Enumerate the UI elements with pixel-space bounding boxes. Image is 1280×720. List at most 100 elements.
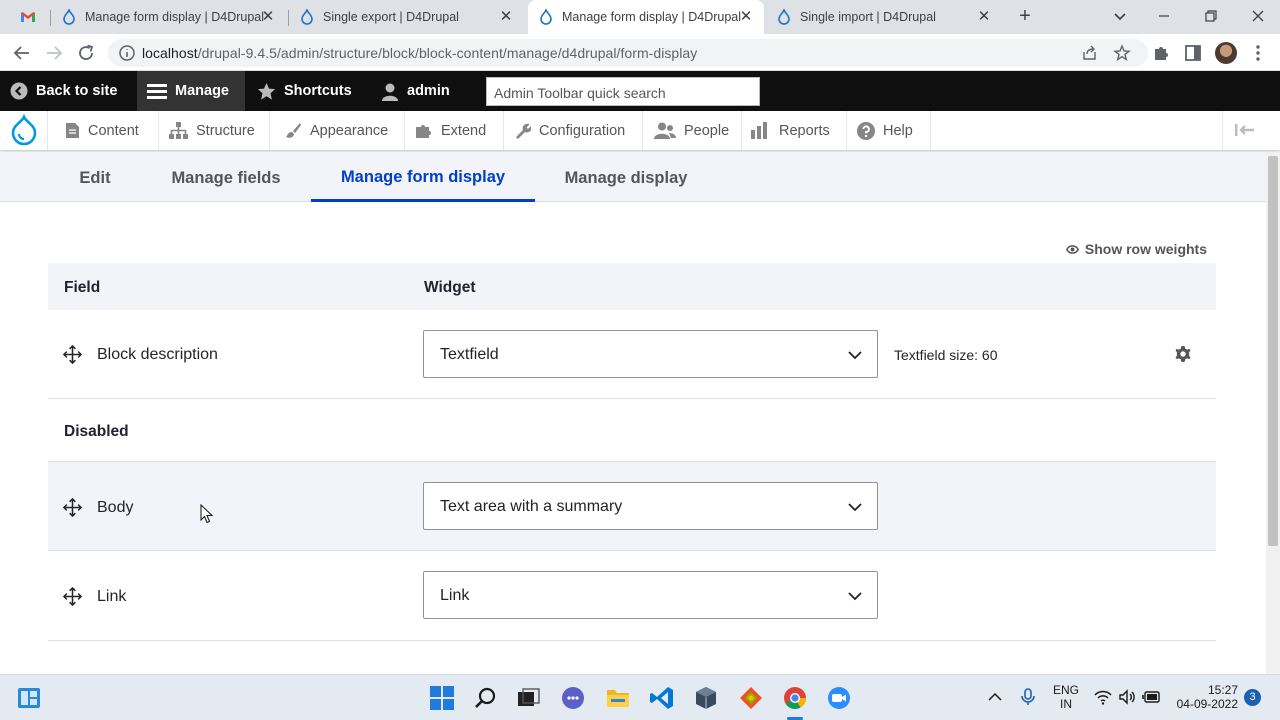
file-explorer-icon[interactable]: [605, 685, 631, 711]
back-circle-icon: [10, 82, 28, 100]
url-bar[interactable]: localhost/drupal-9.4.5/admin/structure/b…: [108, 39, 1148, 67]
new-tab-button[interactable]: +: [1014, 6, 1036, 28]
chevron-down-icon: [848, 351, 862, 360]
tab-single-import[interactable]: Single import | D4Drupal ✕: [766, 0, 1002, 34]
manage-tab[interactable]: Manage: [137, 71, 245, 111]
forward-arrow-icon[interactable]: [43, 42, 65, 64]
clock-time: 15:27: [1207, 683, 1238, 697]
widget-select[interactable]: Textfield: [423, 330, 878, 378]
table-row: Body Text area with a summary: [48, 462, 1216, 551]
menu-configuration[interactable]: Configuration: [504, 111, 643, 150]
tab-single-export[interactable]: Single export | D4Drupal ✕: [290, 0, 524, 34]
tab-close-icon[interactable]: ✕: [976, 9, 992, 25]
puzzle-icon: [416, 125, 431, 138]
extensions-puzzle-icon[interactable]: [1151, 43, 1171, 63]
virtualbox-icon[interactable]: [693, 685, 719, 711]
scrollbar-thumb[interactable]: [1268, 156, 1278, 546]
page-scrollbar[interactable]: [1266, 152, 1280, 674]
menu-people[interactable]: People: [643, 111, 742, 150]
tab-gmail[interactable]: [10, 0, 48, 34]
widget-select-value: Text area with a summary: [440, 498, 623, 515]
header-field: Field: [64, 279, 101, 296]
field-name: Block description: [97, 346, 218, 363]
battery-icon[interactable]: [1142, 688, 1162, 706]
menu-structure[interactable]: Structure: [159, 111, 270, 150]
drag-handle-icon[interactable]: [63, 498, 82, 517]
tab-manage-fields[interactable]: Manage fields: [160, 152, 292, 202]
tab-close-icon[interactable]: ✕: [260, 9, 276, 25]
chat-icon[interactable]: [560, 685, 586, 711]
menu-help-label: Help: [883, 122, 913, 139]
microphone-icon[interactable]: [1018, 687, 1038, 707]
back-to-site-link[interactable]: Back to site: [10, 71, 117, 111]
search-icon[interactable]: [473, 685, 499, 711]
app-icon[interactable]: [738, 685, 764, 711]
menu-help[interactable]: Help: [847, 111, 931, 150]
profile-avatar[interactable]: [1215, 42, 1237, 64]
menu-reports[interactable]: Reports: [742, 111, 847, 150]
drupal-logo-icon[interactable]: [0, 111, 48, 150]
language-indicator[interactable]: ENG IN: [1050, 683, 1082, 711]
show-row-weights-button[interactable]: Show row weights: [1065, 241, 1207, 257]
menu-configuration-label: Configuration: [539, 122, 626, 139]
drupal-icon: [63, 9, 75, 25]
task-view-icon[interactable]: [515, 685, 541, 711]
vscode-icon[interactable]: [649, 685, 675, 711]
zoom-icon[interactable]: [826, 685, 852, 711]
tab-manage-form-display-1[interactable]: Manage form display | D4Drupal ✕: [52, 0, 286, 34]
user-icon: [382, 83, 398, 101]
menu-appearance[interactable]: Appearance: [270, 111, 405, 150]
menu-content[interactable]: Content: [48, 111, 159, 150]
drag-handle-icon[interactable]: [63, 587, 82, 606]
tab-separator: [288, 10, 289, 26]
tray-orientation-toggle[interactable]: [1222, 111, 1280, 150]
widget-select[interactable]: Text area with a summary: [423, 482, 878, 530]
widget-select[interactable]: Link: [423, 571, 878, 619]
share-icon[interactable]: [1081, 44, 1099, 62]
drag-handle-icon[interactable]: [63, 345, 82, 364]
close-window-icon[interactable]: [1246, 4, 1270, 28]
volume-icon[interactable]: [1118, 688, 1136, 706]
widget-select-value: Link: [440, 587, 470, 604]
menu-content-label: Content: [88, 122, 139, 139]
field-name: Body: [97, 499, 134, 516]
tab-manage-form-display-active[interactable]: Manage form display | D4Drupal ✕: [528, 0, 764, 34]
admin-toolbar-search-input[interactable]: Admin Toolbar quick search: [486, 77, 760, 106]
tab-close-icon[interactable]: ✕: [738, 9, 754, 25]
shortcuts-tab[interactable]: Shortcuts: [257, 71, 352, 111]
windows-start-icon[interactable]: [429, 685, 455, 711]
user-tab[interactable]: admin: [381, 71, 450, 111]
chevron-up-icon[interactable]: [985, 687, 1005, 707]
info-icon[interactable]: [118, 44, 136, 62]
side-panel-icon[interactable]: [1183, 43, 1203, 63]
tab-close-icon[interactable]: ✕: [498, 9, 514, 25]
user-label: admin: [407, 83, 450, 99]
widgets-icon[interactable]: [16, 685, 42, 711]
reload-icon[interactable]: [75, 42, 97, 64]
more-menu-icon[interactable]: [1248, 43, 1268, 63]
restore-icon[interactable]: [1199, 4, 1223, 28]
back-arrow-icon[interactable]: [11, 42, 33, 64]
tab-manage-display[interactable]: Manage display: [553, 152, 699, 202]
clock[interactable]: 15:27 04-09-2022: [1170, 683, 1238, 711]
gear-icon[interactable]: [1174, 345, 1192, 363]
clock-date: 04-09-2022: [1176, 697, 1238, 711]
structure-icon: [169, 122, 188, 139]
bookmark-star-icon[interactable]: [1113, 44, 1131, 62]
show-row-weights-label: Show row weights: [1084, 241, 1207, 257]
chrome-icon[interactable]: [782, 685, 808, 711]
gmail-icon: [21, 12, 35, 22]
minimize-icon[interactable]: [1152, 4, 1176, 28]
tab-edit[interactable]: Edit: [63, 152, 127, 202]
admin-menu-tray: Content Structure Appearance Extend Conf…: [0, 111, 1280, 151]
field-name: Link: [97, 588, 127, 605]
document-icon: [66, 123, 79, 138]
table-row: Link Link: [48, 551, 1216, 641]
tab-manage-form-display[interactable]: Manage form display: [311, 152, 535, 202]
header-widget: Widget: [424, 279, 476, 296]
back-to-site-label: Back to site: [36, 83, 118, 99]
tab-search-chevron-icon[interactable]: [1108, 4, 1132, 28]
wifi-icon[interactable]: [1094, 688, 1112, 706]
notification-badge[interactable]: 3: [1244, 689, 1261, 706]
menu-extend[interactable]: Extend: [405, 111, 504, 150]
